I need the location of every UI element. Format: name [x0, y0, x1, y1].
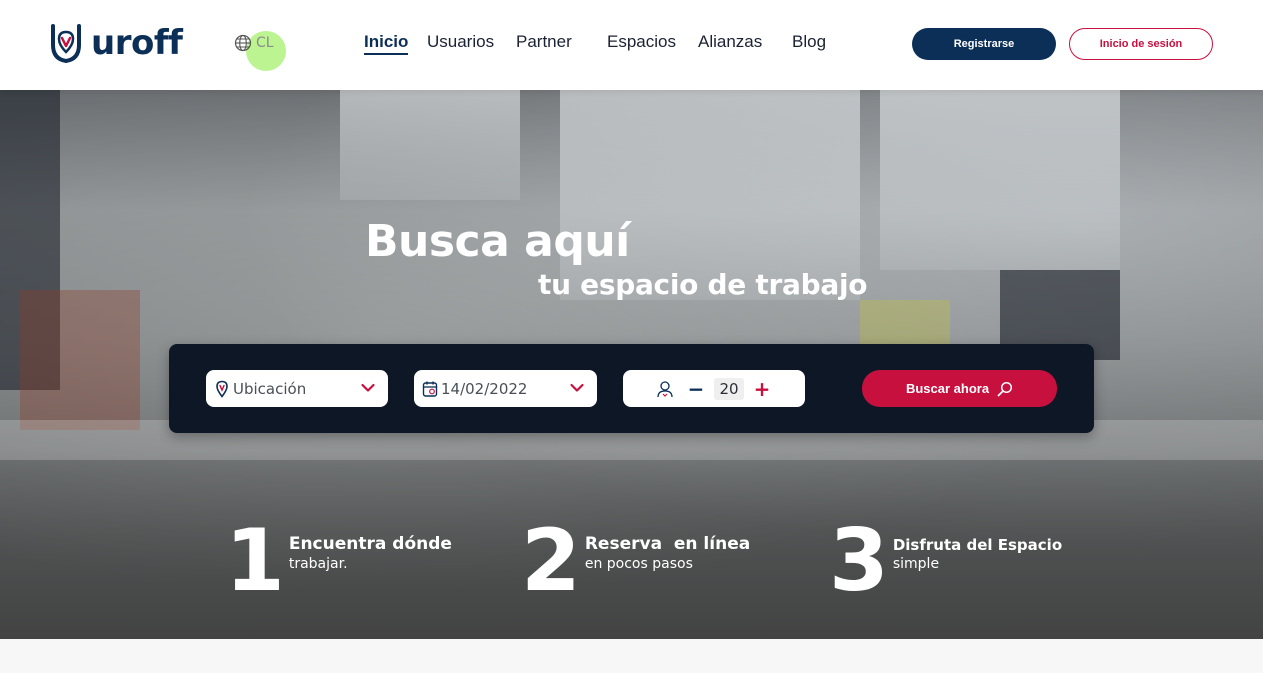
step-subtitle: simple: [892, 556, 940, 572]
nav-item-alianzas[interactable]: Alianzas: [698, 32, 762, 52]
people-stepper: − 20 +: [623, 370, 805, 407]
step-1: 1 Encuentra dónde trabajar.: [225, 511, 452, 611]
location-pin-shield-icon: [51, 24, 81, 63]
nav-item-blog[interactable]: Blog: [792, 32, 826, 52]
step-text: Reserva en línea en pocos pasos: [585, 534, 750, 572]
location-value: Ubicación: [233, 379, 307, 398]
step-title: Disfruta del Espacio: [892, 536, 1063, 554]
globe-icon: [234, 34, 252, 52]
step-text: Encuentra dónde trabajar.: [289, 534, 452, 572]
calendar-icon: [422, 381, 438, 397]
step-3: 3 Disfruta del Espacio simple: [829, 511, 1062, 611]
increment-button[interactable]: +: [752, 379, 772, 399]
logo[interactable]: uroff: [50, 22, 183, 64]
step-number: 1: [225, 511, 285, 611]
step-number: 3: [829, 511, 889, 611]
language-code: CL: [256, 35, 274, 51]
language-selector[interactable]: CL: [234, 34, 274, 52]
date-picker[interactable]: 14/02/2022: [414, 370, 597, 407]
step-text: Disfruta del Espacio simple: [893, 534, 1062, 572]
search-bar: Ubicación 14/02/2022 − 20 + Buscar ahora: [169, 344, 1094, 433]
nav-item-inicio[interactable]: Inicio: [364, 32, 409, 55]
step-title: Encuentra dónde: [288, 534, 452, 554]
step-2: 2 Reserva en línea en pocos pasos: [521, 511, 750, 611]
site-header: uroff CL Inicio Usuarios Partner Espacio…: [0, 0, 1263, 90]
map-pin-icon: [216, 380, 228, 398]
chevron-down-icon: [361, 383, 375, 392]
login-button[interactable]: Inicio de sesión: [1069, 28, 1213, 60]
people-count[interactable]: 20: [714, 377, 744, 400]
location-select[interactable]: Ubicación: [206, 370, 388, 407]
search-button[interactable]: Buscar ahora: [862, 370, 1057, 407]
search-button-label: Buscar ahora: [905, 381, 990, 396]
background-person: [20, 290, 140, 430]
nav-item-usuarios[interactable]: Usuarios: [427, 32, 494, 52]
person-icon: [657, 380, 673, 397]
background-window: [340, 90, 520, 200]
decrement-button[interactable]: −: [686, 379, 706, 399]
nav-item-espacios[interactable]: Espacios: [607, 32, 676, 52]
date-value: 14/02/2022: [441, 379, 528, 398]
step-subtitle: trabajar.: [288, 556, 348, 572]
page-background-strip: [0, 639, 1263, 673]
step-title: Reserva en línea: [584, 534, 751, 554]
background-window: [880, 90, 1120, 270]
register-button[interactable]: Registrarse: [912, 28, 1056, 60]
hero-title: Busca aquí: [365, 216, 630, 267]
chevron-down-icon: [570, 383, 584, 392]
hero-section: Busca aquí tu espacio de trabajo Ubicaci…: [0, 90, 1263, 639]
nav-item-partner[interactable]: Partner: [516, 32, 572, 52]
search-icon: [997, 381, 1013, 396]
step-subtitle: en pocos pasos: [584, 556, 693, 572]
logo-text: uroff: [91, 23, 183, 63]
hero-subtitle: tu espacio de trabajo: [538, 268, 868, 301]
step-number: 2: [521, 511, 581, 611]
